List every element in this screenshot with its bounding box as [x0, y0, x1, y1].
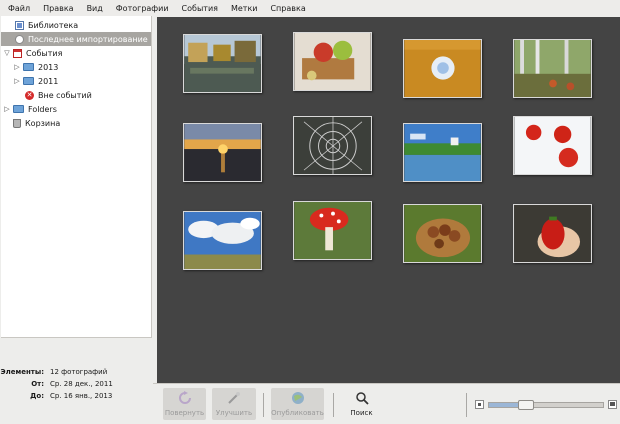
sidebar-item-label: 2013 — [38, 62, 59, 72]
rotate-icon — [178, 391, 191, 404]
menubar: Файл Правка Вид Фотографии События Метки… — [0, 0, 620, 16]
photo-thumbnail[interactable] — [293, 201, 372, 260]
chevron-right-icon[interactable]: ▷ — [13, 63, 21, 71]
lake-house-photo — [404, 124, 481, 181]
zoom-track[interactable] — [488, 400, 604, 410]
folder-icon — [23, 77, 34, 85]
sidebar-item-label: Корзина — [25, 118, 61, 128]
sidebar-item-label: Библиотека — [28, 20, 79, 30]
spider-web-photo — [294, 117, 371, 174]
zoom-out-icon[interactable] — [475, 400, 484, 409]
zoom-fill — [489, 403, 518, 407]
menu-edit[interactable]: Правка — [43, 4, 73, 13]
sidebar-item-2013[interactable]: ▷ 2013 — [13, 60, 151, 74]
enhance-icon — [228, 392, 240, 404]
sidebar-item-label: Folders — [28, 104, 57, 114]
info-items-row: Элементы: 12 фотографий — [0, 368, 153, 376]
clouds-field-photo — [184, 212, 261, 269]
info-items-label: Элементы: — [0, 368, 44, 376]
apples-on-board-photo — [294, 33, 371, 90]
info-to-row: До: Ср. 16 янв., 2013 — [0, 392, 153, 400]
enhance-button[interactable]: Улучшить — [212, 388, 256, 420]
fly-agaric-photo — [294, 202, 371, 259]
publish-label: Опубликовать — [271, 409, 324, 417]
mushroom-basket-photo — [404, 205, 481, 262]
library-icon — [15, 20, 24, 30]
toolbar-separator — [333, 393, 334, 417]
photo-thumbnail[interactable] — [513, 116, 592, 175]
zoom-handle[interactable] — [518, 400, 534, 410]
photo-thumbnail[interactable] — [403, 204, 482, 263]
sunset-lake-photo — [184, 124, 261, 181]
toolbar-separator — [263, 393, 264, 417]
photo-thumbnail[interactable] — [183, 123, 262, 182]
photo-thumbnail[interactable] — [293, 32, 372, 91]
no-event-icon: ✕ — [25, 90, 34, 100]
sidebar-item-events[interactable]: ▽ События — [3, 46, 151, 60]
zoom-in-icon[interactable] — [608, 400, 617, 409]
chevron-right-icon[interactable]: ▷ — [3, 105, 11, 113]
info-to-label: До: — [30, 392, 44, 400]
chevron-right-icon[interactable]: ▷ — [13, 77, 21, 85]
import-icon — [15, 34, 24, 44]
search-label: Поиск — [350, 409, 373, 417]
chevron-down-icon[interactable]: ▽ — [3, 49, 11, 57]
sidebar-item-folders[interactable]: ▷ Folders — [3, 102, 151, 116]
photo-thumbnail[interactable] — [183, 34, 262, 93]
info-panel: Элементы: 12 фотографий От: Ср. 28 дек.,… — [0, 339, 153, 424]
rotate-button[interactable]: Повернуть — [163, 388, 206, 420]
photo-thumbnail[interactable] — [403, 39, 482, 98]
sidebar-item-2011[interactable]: ▷ 2011 — [13, 74, 151, 88]
photo-thumbnail[interactable] — [513, 39, 592, 98]
sidebar-item-no-event[interactable]: ✕ Вне событий — [25, 88, 151, 102]
menu-tags[interactable]: Метки — [231, 4, 258, 13]
photo-thumbnail[interactable] — [513, 204, 592, 263]
photo-thumbnail[interactable] — [403, 123, 482, 182]
toolbar: Повернуть Улучшить Опубликовать Поиск — [153, 383, 620, 424]
forest-canopy-photo — [404, 40, 481, 97]
info-from-row: От: Ср. 28 дек., 2011 — [0, 380, 153, 388]
sidebar-item-label: События — [26, 48, 63, 58]
menu-help[interactable]: Справка — [270, 4, 305, 13]
photo-viewer[interactable] — [157, 17, 620, 383]
menu-view[interactable]: Вид — [87, 4, 103, 13]
autumn-lake-photo — [184, 35, 261, 92]
menu-photos[interactable]: Фотографии — [116, 4, 169, 13]
menu-events[interactable]: События — [182, 4, 218, 13]
toolbar-separator — [466, 393, 467, 417]
events-icon — [13, 48, 22, 58]
rotate-label: Повернуть — [164, 409, 205, 417]
sidebar-item-library[interactable]: Библиотека — [1, 18, 151, 32]
sidebar-item-last-import[interactable]: Последнее импортирование — [1, 32, 151, 46]
sidebar-item-trash[interactable]: Корзина — [13, 116, 151, 130]
sidebar: Библиотека Последнее импортирование ▽ Со… — [1, 16, 152, 338]
zoom-slider[interactable] — [475, 399, 617, 410]
sidebar-item-label: 2011 — [38, 76, 59, 86]
menu-file[interactable]: Файл — [8, 4, 30, 13]
publish-button[interactable]: Опубликовать — [271, 388, 324, 420]
info-from-label: От: — [31, 380, 44, 388]
photo-thumbnail[interactable] — [183, 211, 262, 270]
sidebar-item-label: Последнее импортирование — [28, 34, 148, 44]
photo-thumbnail[interactable] — [293, 116, 372, 175]
red-apples-snow-photo — [514, 117, 591, 174]
info-to-value: Ср. 16 янв., 2013 — [50, 392, 113, 400]
publish-icon — [291, 392, 304, 404]
strawberry-hand-photo — [514, 205, 591, 262]
forest-mushrooms-photo — [514, 40, 591, 97]
trash-icon — [13, 118, 21, 128]
search-button[interactable]: Поиск — [343, 388, 380, 420]
info-from-value: Ср. 28 дек., 2011 — [50, 380, 113, 388]
info-items-value: 12 фотографий — [50, 368, 108, 376]
sidebar-item-label: Вне событий — [38, 90, 92, 100]
search-icon — [355, 392, 369, 405]
enhance-label: Улучшить — [215, 409, 253, 417]
folder-icon — [23, 63, 34, 71]
folder-icon — [13, 105, 24, 113]
